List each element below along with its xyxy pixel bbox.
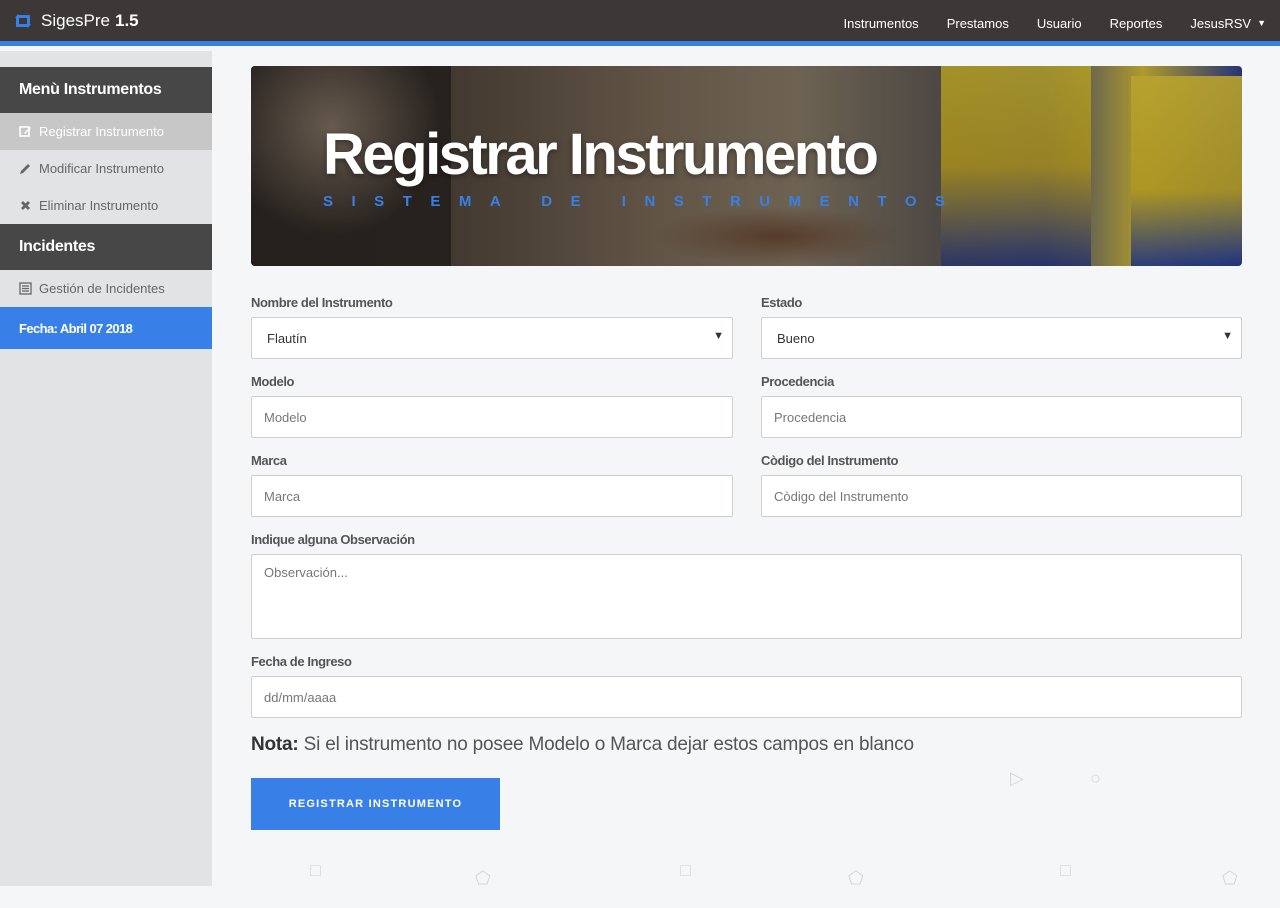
pencil-icon — [19, 162, 32, 175]
codigo-instrumento-input[interactable] — [761, 475, 1242, 517]
edit-icon — [19, 125, 32, 138]
user-menu-label: JesusRSV — [1190, 15, 1252, 31]
nota-bold: Nota: — [251, 734, 299, 755]
nav-prestamos[interactable]: Prestamos — [947, 16, 1009, 31]
sidebar-item-label: Registrar Instrumento — [39, 124, 164, 139]
sidebar-item-label: Gestión de Incidentes — [39, 281, 165, 296]
sidebar-section-title-incidentes: Incidentes — [0, 224, 212, 270]
brand-logo-link[interactable]: SigesPre 1.5 — [12, 11, 139, 31]
fecha-ingreso-input[interactable] — [251, 676, 1242, 718]
top-navbar: SigesPre 1.5 Instrumentos Prestamos Usua… — [0, 0, 1280, 46]
nombre-instrumento-select[interactable]: Flautín ▼ — [251, 317, 733, 359]
estado-select[interactable]: Bueno ▼ — [761, 317, 1242, 359]
observacion-label: Indique alguna Observación — [251, 532, 415, 547]
background-decoration: □ — [1060, 860, 1071, 880]
modelo-input[interactable] — [251, 396, 733, 438]
sidebar-item-label: Modificar Instrumento — [39, 161, 164, 176]
sidebar: Menù Instrumentos Registrar Instrumento … — [0, 51, 212, 886]
dropdown-arrow-icon: ▼ — [1222, 330, 1233, 342]
modelo-label: Modelo — [251, 374, 295, 389]
background-decoration: □ — [680, 860, 691, 880]
sidebar-date-label: Fecha: Abril 07 2018 — [0, 307, 212, 349]
fecha-ingreso-label: Fecha de Ingreso — [251, 654, 352, 669]
retweet-icon — [15, 13, 31, 28]
codigo-instrumento-label: Còdigo del Instrumento — [761, 453, 899, 468]
caret-down-icon: ▼ — [1257, 18, 1266, 28]
brand-version: 1.5 — [114, 10, 139, 30]
background-decoration: ⬠ — [1222, 868, 1238, 888]
estado-value: Bueno — [777, 330, 815, 346]
x-icon — [19, 199, 32, 212]
nombre-instrumento-label: Nombre del Instrumento — [251, 295, 393, 310]
nota-text: Nota: Si el instrumento no posee Modelo … — [251, 734, 914, 756]
registrar-instrumento-button[interactable]: REGISTRAR INSTRUMENTO — [251, 778, 500, 830]
list-icon — [19, 282, 32, 295]
banner-title: Registrar Instrumento — [323, 122, 879, 187]
sidebar-item-label: Eliminar Instrumento — [39, 198, 159, 213]
banner-subtitle: SISTEMA DE INSTRUMENTOS — [323, 193, 964, 210]
background-decoration: ○ — [1090, 768, 1101, 788]
nota-message: Si el instrumento no posee Modelo o Marc… — [303, 734, 914, 755]
procedencia-input[interactable] — [761, 396, 1242, 438]
nombre-instrumento-value: Flautín — [267, 330, 307, 346]
background-decoration: □ — [310, 860, 321, 880]
sidebar-item-gestion-incidentes[interactable]: Gestión de Incidentes — [0, 270, 212, 307]
marca-input[interactable] — [251, 475, 733, 517]
observacion-textarea[interactable] — [251, 554, 1242, 639]
brand-name: SigesPre — [41, 10, 110, 30]
background-decoration: ⬠ — [475, 868, 491, 888]
user-menu-dropdown[interactable]: JesusRSV ▼ — [1190, 16, 1266, 31]
background-decoration: ⬠ — [848, 868, 864, 888]
procedencia-label: Procedencia — [761, 374, 834, 389]
sidebar-item-modificar-instrumento[interactable]: Modificar Instrumento — [0, 150, 212, 187]
marca-label: Marca — [251, 453, 287, 468]
dropdown-arrow-icon: ▼ — [713, 330, 724, 342]
sidebar-section-title-instrumentos: Menù Instrumentos — [0, 67, 212, 113]
sidebar-item-eliminar-instrumento[interactable]: Eliminar Instrumento — [0, 187, 212, 224]
nav-instrumentos[interactable]: Instrumentos — [844, 16, 919, 31]
header-banner-image: Registrar Instrumento SISTEMA DE INSTRUM… — [251, 66, 1242, 266]
nav-usuario[interactable]: Usuario — [1037, 16, 1082, 31]
estado-label: Estado — [761, 295, 802, 310]
background-decoration: ▷ — [1010, 768, 1024, 788]
nav-reportes[interactable]: Reportes — [1110, 16, 1163, 31]
sidebar-item-registrar-instrumento[interactable]: Registrar Instrumento — [0, 113, 212, 150]
